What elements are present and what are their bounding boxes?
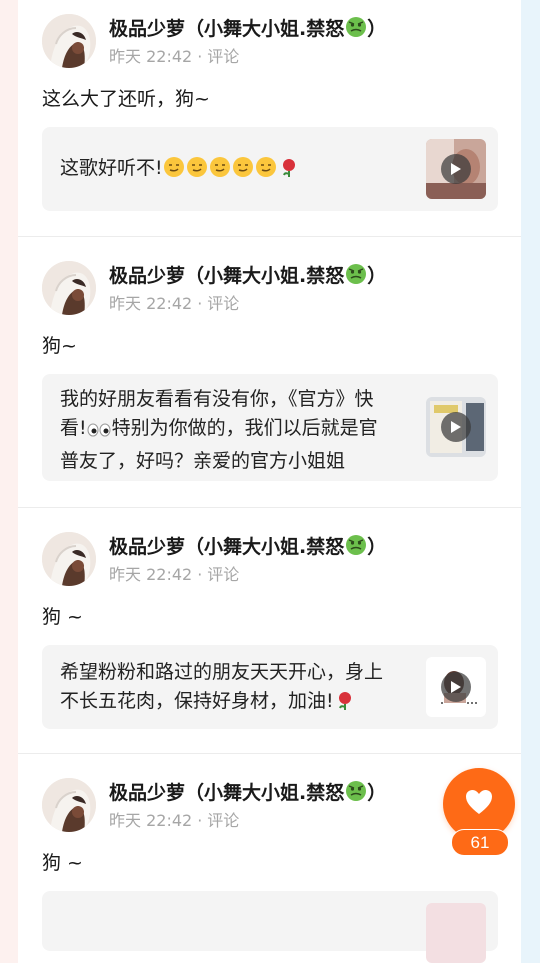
- smirk-face-icon: [255, 156, 277, 187]
- quoted-text-line: 我的好朋友看看有没有你，《官方》快: [60, 388, 374, 410]
- avatar[interactable]: [42, 14, 96, 68]
- avatar[interactable]: [42, 261, 96, 315]
- avatar[interactable]: [42, 778, 96, 832]
- post-meta: 昨天 22:42 · 评论: [109, 294, 386, 314]
- nauseated-face-icon: [345, 534, 367, 562]
- post-header: 极品少萝（小舞大小姐.禁怒） 昨天 22:42 · 评论: [42, 778, 386, 832]
- post-card[interactable]: 极品少萝（小舞大小姐.禁怒） 昨天 22:42 · 评论 这么大了还听，狗~ 这歌好…: [18, 0, 521, 236]
- quoted-text: 这歌好听不!: [60, 154, 405, 187]
- post-time: 昨天 22:42: [109, 564, 193, 584]
- post-meta: 昨天 22:42 · 评论: [109, 565, 386, 585]
- comment-link[interactable]: 评论: [207, 565, 239, 584]
- post-header: 极品少萝（小舞大小姐.禁怒） 昨天 22:42 · 评论: [42, 532, 386, 586]
- post-time: 昨天 22:42: [109, 810, 193, 830]
- post-time: 昨天 22:42: [109, 46, 193, 66]
- quoted-text-line: 看! 特别为你做的，我们以后就是官: [60, 414, 405, 447]
- video-thumbnail[interactable]: [426, 657, 486, 717]
- eyes-icon: [87, 418, 111, 447]
- comment-link[interactable]: 评论: [207, 811, 239, 830]
- rose-icon: [334, 689, 356, 720]
- post-card[interactable]: 极品少萝（小舞大小姐.禁怒） 昨天 22:42 · 评论 狗 ~ 希望粉粉和路过的朋…: [18, 507, 521, 753]
- quoted-video-card[interactable]: [42, 891, 498, 963]
- comment-text: 这么大了还听，狗~: [42, 88, 210, 110]
- heart-icon: [464, 788, 494, 820]
- author-name[interactable]: 极品少萝（小舞大小姐.禁怒）: [109, 780, 386, 808]
- smirk-face-icon: [232, 156, 254, 187]
- post-card[interactable]: 极品少萝（小舞大小姐.禁怒） 昨天 22:42 · 评论 狗 ~: [18, 753, 521, 963]
- play-icon[interactable]: [441, 412, 471, 442]
- post-header: 极品少萝（小舞大小姐.禁怒） 昨天 22:42 · 评论: [42, 14, 386, 68]
- nauseated-face-icon: [345, 16, 367, 44]
- video-thumbnail[interactable]: [426, 397, 486, 457]
- nauseated-face-icon: [345, 780, 367, 808]
- author-name[interactable]: 极品少萝（小舞大小姐.禁怒）: [109, 16, 386, 44]
- comment-text: 狗~: [42, 335, 77, 357]
- nauseated-face-icon: [345, 263, 367, 291]
- comment-text: 狗 ~: [42, 852, 83, 874]
- rose-icon: [278, 156, 300, 187]
- smirk-face-icon: [163, 156, 185, 187]
- post-meta: 昨天 22:42 · 评论: [109, 47, 386, 67]
- video-thumbnail[interactable]: [426, 139, 486, 199]
- quoted-text-line: 普友了，好吗？亲爱的官方小姐姐: [60, 450, 346, 472]
- play-icon[interactable]: [441, 672, 471, 702]
- quoted-video-card[interactable]: 这歌好听不!: [42, 127, 498, 211]
- post-meta: 昨天 22:42 · 评论: [109, 811, 386, 831]
- quoted-video-card[interactable]: 我的好朋友看看有没有你，《官方》快 看! 特别为你做的，我们以后就是官 普友了，好…: [42, 374, 498, 481]
- play-icon[interactable]: [441, 154, 471, 184]
- comment-link[interactable]: 评论: [207, 47, 239, 66]
- quoted-text: 希望粉粉和路过的朋友天天开心，身上 不长五花肉，保持好身材，加油!: [60, 658, 405, 720]
- separator-dot: ·: [197, 810, 203, 830]
- comment-link[interactable]: 评论: [207, 294, 239, 313]
- author-name[interactable]: 极品少萝（小舞大小姐.禁怒）: [109, 263, 386, 291]
- smirk-face-icon: [209, 156, 231, 187]
- quoted-text: 我的好朋友看看有没有你，《官方》快 看! 特别为你做的，我们以后就是官 普友了，好…: [60, 385, 405, 476]
- post-card[interactable]: 极品少萝（小舞大小姐.禁怒） 昨天 22:42 · 评论 狗~ 我的好朋友看看有没有…: [18, 236, 521, 507]
- smirk-face-icon: [186, 156, 208, 187]
- author-name[interactable]: 极品少萝（小舞大小姐.禁怒）: [109, 534, 386, 562]
- separator-dot: ·: [197, 46, 203, 66]
- post-time: 昨天 22:42: [109, 293, 193, 313]
- quoted-video-card[interactable]: 希望粉粉和路过的朋友天天开心，身上 不长五花肉，保持好身材，加油!: [42, 645, 498, 729]
- video-thumbnail[interactable]: [426, 903, 486, 963]
- separator-dot: ·: [197, 564, 203, 584]
- separator-dot: ·: [197, 293, 203, 313]
- avatar[interactable]: [42, 532, 96, 586]
- comment-text: 狗 ~: [42, 606, 83, 628]
- like-count-badge: 61: [451, 829, 509, 856]
- post-header: 极品少萝（小舞大小姐.禁怒） 昨天 22:42 · 评论: [42, 261, 386, 315]
- quoted-text-line: 希望粉粉和路过的朋友天天开心，身上: [60, 661, 384, 683]
- quoted-text-line: 不长五花肉，保持好身材，加油!: [60, 687, 405, 720]
